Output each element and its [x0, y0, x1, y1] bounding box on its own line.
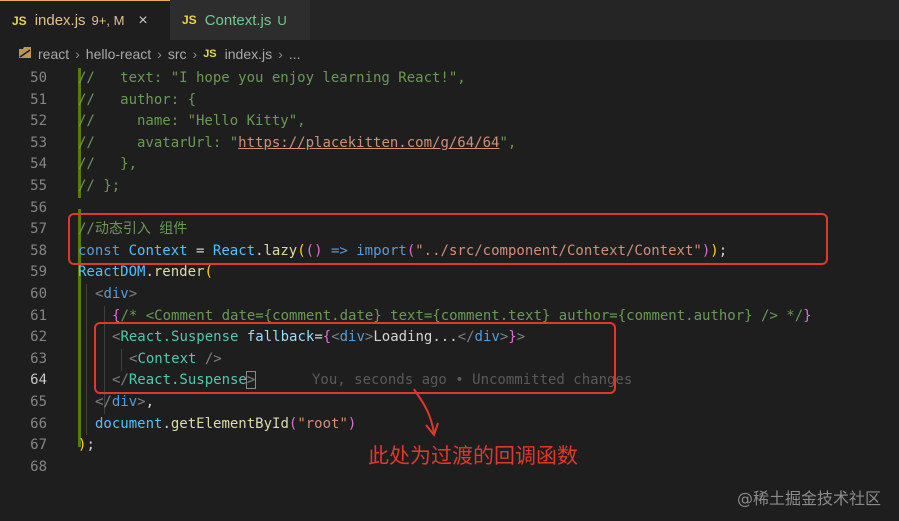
code-token: render [153, 264, 205, 281]
code-line: 60 <div> [0, 284, 899, 306]
code-token: } [803, 307, 812, 324]
code-line: 54 // }, [0, 154, 899, 176]
line-number: 57 [30, 221, 47, 238]
close-icon[interactable]: × [138, 12, 147, 30]
code-token: ) [347, 415, 357, 432]
code-line: 50 // text: "I hope you enjoy learning Re… [0, 68, 899, 90]
line-number: 66 [30, 415, 47, 432]
line-number-current: 64 [30, 372, 47, 389]
code-token: ; [86, 437, 95, 454]
code-token: , [145, 394, 155, 410]
tab-status-badge: 9+, M [91, 13, 125, 28]
tab-status-badge: U [277, 12, 287, 28]
chevron-right-icon: › [278, 46, 283, 62]
tab-index-js[interactable]: JS index.js 9+, M × [0, 0, 170, 40]
watermark: @稀土掘金技术社区 [736, 489, 881, 508]
line-number: 52 [30, 113, 47, 130]
code-text: // }; [78, 178, 121, 194]
line-number: 50 [30, 70, 47, 86]
code-line: 59 ReactDOM.render( [0, 262, 899, 284]
code-text: // name: "Hello Kitty", [78, 113, 306, 130]
code-token: div [103, 286, 129, 302]
code-token: ReactDOM [78, 264, 146, 281]
line-number: 54 [30, 156, 47, 173]
code-line: 51 // author: { [0, 90, 899, 112]
line-number: 59 [30, 264, 47, 281]
breadcrumb-item[interactable]: hello-react [86, 46, 151, 62]
line-number: 60 [30, 286, 47, 302]
code-token: </ [95, 394, 112, 410]
arrow-icon [413, 388, 439, 438]
annotation-text: 此处为过渡的回调函数 [368, 444, 578, 468]
code-token: getElementById [170, 415, 289, 432]
code-token: document [95, 415, 163, 432]
code-line: 55 // }; [0, 176, 899, 198]
tab-label: Context.js [204, 11, 272, 29]
code-token: ( [204, 264, 213, 281]
line-number: 56 [30, 199, 47, 216]
chevron-right-icon: › [157, 46, 162, 62]
code-token: "root" [297, 415, 348, 432]
breadcrumb: react › hello-react › src › JS index.js … [0, 40, 899, 68]
breadcrumb-file[interactable]: index.js [225, 46, 272, 62]
code-token: . [162, 415, 171, 432]
javascript-file-icon: JS [12, 13, 27, 28]
javascript-file-icon: JS [203, 48, 217, 60]
breadcrumb-tail[interactable]: ... [289, 46, 301, 62]
code-text: // text: "I hope you enjoy learning Reac… [78, 70, 466, 86]
line-number: 67 [30, 437, 47, 454]
line-number: 61 [30, 307, 47, 324]
code-text: ", [499, 134, 517, 151]
breadcrumb-item[interactable]: react [38, 46, 69, 62]
line-number: 53 [30, 134, 47, 151]
code-token: > [137, 394, 146, 410]
code-line: 52 // name: "Hello Kitty", [0, 111, 899, 133]
highlight-box-lazy-import [68, 213, 828, 265]
javascript-file-icon: JS [182, 13, 197, 27]
line-number: 51 [30, 91, 47, 108]
line-number: 62 [30, 329, 47, 346]
code-link[interactable]: https://placekitten.com/g/64/64 [238, 135, 499, 151]
folder-icon [18, 46, 32, 62]
chevron-right-icon: › [192, 46, 198, 62]
code-text: // }, [78, 156, 138, 173]
line-number: 63 [30, 350, 47, 367]
tab-bar: JS index.js 9+, M × JS Context.js U [0, 0, 899, 40]
chevron-right-icon: › [75, 46, 80, 62]
line-number: 65 [30, 394, 47, 410]
code-token: . [145, 264, 154, 281]
code-text: // author: { [78, 91, 197, 108]
code-text: // avatarUrl: " [78, 134, 239, 151]
line-number: 58 [30, 242, 47, 259]
line-number: 68 [30, 458, 47, 475]
tab-label: index.js [34, 12, 86, 29]
breadcrumb-item[interactable]: src [168, 46, 187, 62]
line-number: 55 [30, 178, 47, 194]
code-token: > [128, 286, 138, 302]
tab-context-js[interactable]: JS Context.js U [170, 0, 310, 40]
code-line: 53 // avatarUrl: "https://placekitten.com… [0, 133, 899, 155]
highlight-box-suspense [94, 322, 616, 394]
code-token: div [111, 394, 138, 410]
